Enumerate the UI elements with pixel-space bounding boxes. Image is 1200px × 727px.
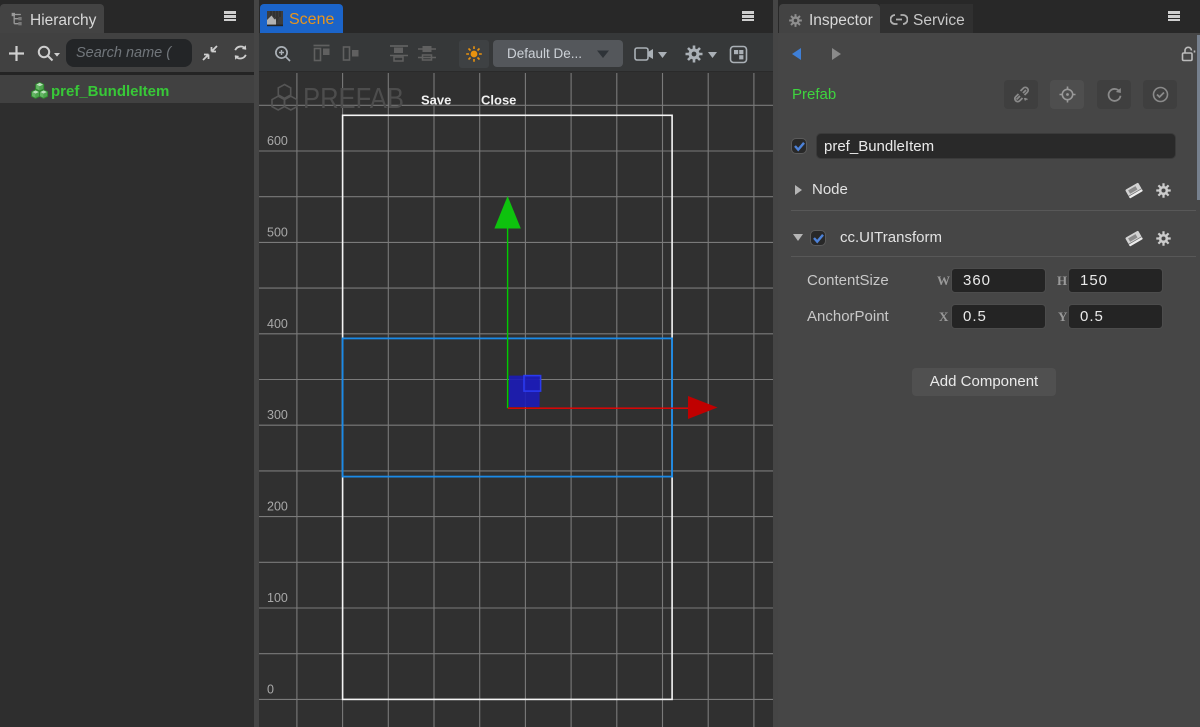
svg-text:PREFAB: PREFAB: [303, 83, 404, 115]
svg-text:300: 300: [267, 408, 288, 422]
svg-text:Close: Close: [481, 93, 516, 108]
svg-text:200: 200: [267, 500, 288, 514]
svg-text:100: 100: [267, 591, 288, 605]
svg-text:400: 400: [267, 317, 288, 331]
svg-text:600: 600: [267, 134, 288, 148]
svg-text:Save: Save: [421, 93, 451, 108]
svg-text:0: 0: [267, 682, 274, 696]
svg-text:500: 500: [267, 225, 288, 239]
